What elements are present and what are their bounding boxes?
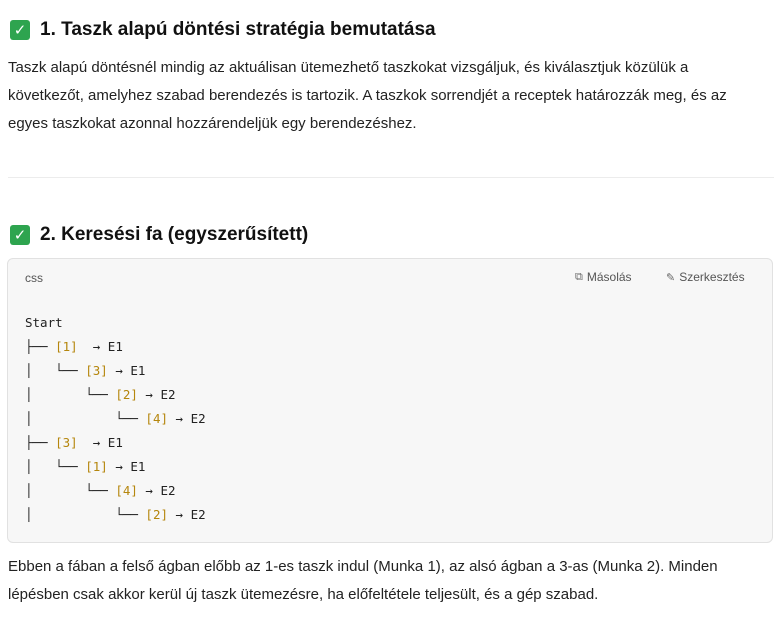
section1-text-line: következőt, amelyhez szabad berendezés i… [8,87,727,104]
code-language-label: css [25,271,43,285]
equipment-assignment: → E1 [77,339,123,354]
task-number: [2] [115,387,138,402]
section1-text-line: Taszk alapú döntésnél mindig az aktuális… [8,59,689,76]
tree-branch: │ └── [25,483,116,498]
footer-paragraph: Ebben a fában a felső ágban előbb az 1-e… [8,553,770,609]
section2-title: 2. Keresési fa (egyszerűsített) [40,224,309,245]
footer-text-line: Ebben a fában a felső ágban előbb az 1-e… [8,558,718,575]
section-divider [8,177,774,178]
code-line: Start [25,311,206,335]
footer-text-line: lépésben csak akkor kerül új taszk üteme… [8,586,599,603]
equipment-assignment: → E2 [168,507,206,522]
code-content: Start ├── [1] → E1 │ └── [3] → E1 │ └── … [25,311,206,527]
check-mark-icon: ✓ [10,225,30,245]
tree-branch: ├── [25,435,56,450]
code-block: css ⧉ Másolás ✎ Szerkesztés Start ├── [1… [7,258,773,543]
section2-heading: ✓ 2. Keresési fa (egyszerűsített) [10,224,308,246]
task-number: [3] [55,435,78,450]
task-number: [4] [115,483,138,498]
check-mark-icon: ✓ [10,20,30,40]
equipment-assignment: → E2 [137,483,176,498]
code-line: │ └── [2] → E2 [25,503,206,527]
task-number: [1] [55,339,78,354]
code-line: ├── [1] → E1 [25,335,206,359]
edit-button[interactable]: ✎ Szerkesztés [666,270,745,284]
code-line: │ └── [3] → E1 [25,359,206,383]
code-line: │ └── [4] → E2 [25,407,206,431]
equipment-assignment: → E2 [168,411,206,426]
copy-button[interactable]: ⧉ Másolás [575,270,632,284]
code-line: ├── [3] → E1 [25,431,206,455]
section1-text-line: egyes taszkokat azonnal hozzárendeljük e… [8,115,417,132]
section1-title: 1. Taszk alapú döntési stratégia bemutat… [40,19,436,40]
code-line: │ └── [1] → E1 [25,455,206,479]
section1-paragraph: Taszk alapú döntésnél mindig az aktuális… [8,54,770,138]
task-number: [4] [145,411,168,426]
task-number: [3] [85,363,108,378]
tree-branch: ├── [25,339,56,354]
task-number: [2] [145,507,168,522]
tree-branch: │ └── [25,387,116,402]
copy-button-label: Másolás [586,270,632,284]
section1-heading: ✓ 1. Taszk alapú döntési stratégia bemut… [10,19,436,41]
equipment-assignment: → E1 [107,363,146,378]
copy-icon: ⧉ [575,270,583,283]
tree-branch: │ └── [25,459,86,474]
tree-branch: │ └── [25,507,146,522]
edit-button-label: Szerkesztés [679,270,745,284]
pencil-icon: ✎ [666,271,676,284]
code-line: │ └── [2] → E2 [25,383,206,407]
task-number: [1] [85,459,108,474]
equipment-assignment: → E2 [137,387,176,402]
equipment-assignment: → E1 [77,435,123,450]
code-text: Start [25,315,63,330]
code-line: │ └── [4] → E2 [25,479,206,503]
equipment-assignment: → E1 [107,459,146,474]
tree-branch: │ └── [25,411,146,426]
tree-branch: │ └── [25,363,86,378]
